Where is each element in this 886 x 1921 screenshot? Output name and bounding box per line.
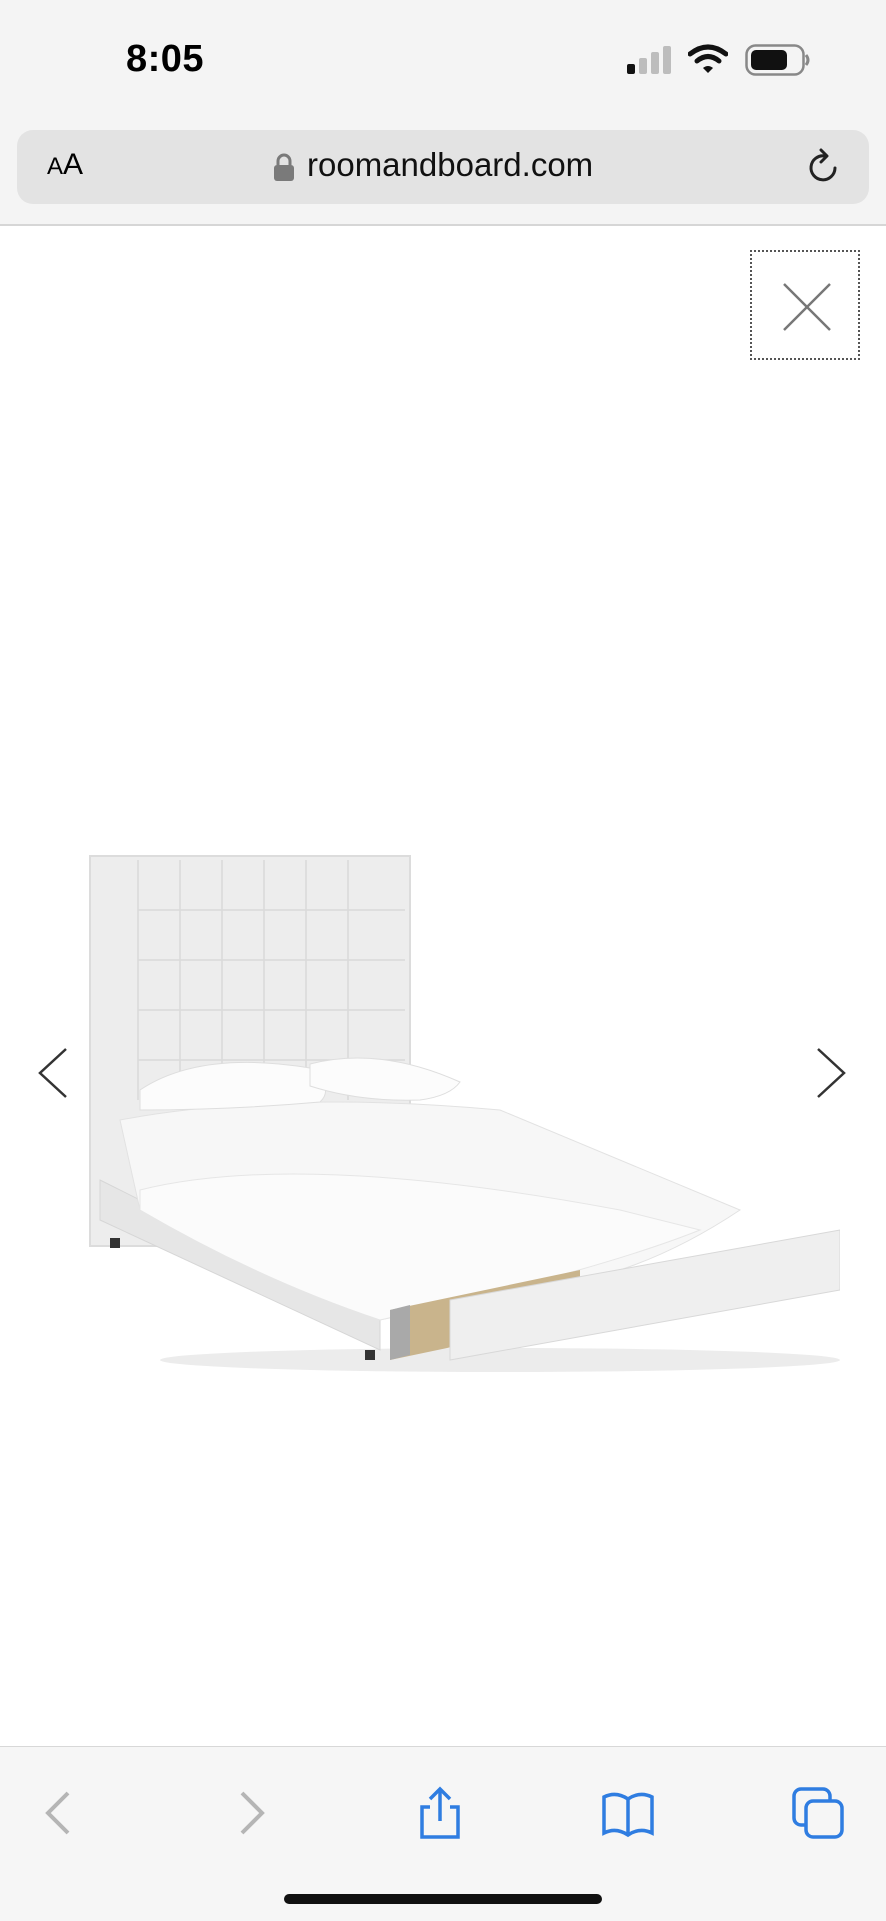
status-bar: 8:05 [0,0,886,120]
cellular-signal-icon [627,46,671,74]
bookmarks-icon[interactable] [600,1785,656,1841]
text-size-button[interactable]: AA [47,148,83,182]
text-size-small-label: A [47,153,64,180]
lock-icon [274,153,294,181]
reload-icon[interactable] [805,148,843,186]
browser-chrome: AA roomandboard.com [0,120,886,224]
back-icon[interactable] [32,1785,88,1841]
close-icon [783,283,831,331]
status-time: 8:05 [126,38,205,80]
close-button[interactable] [750,250,860,360]
chevron-left-icon[interactable] [36,1045,70,1101]
wifi-icon [688,44,728,73]
address-bar[interactable]: AA roomandboard.com [17,130,869,204]
url-domain[interactable]: roomandboard.com [307,146,593,184]
share-icon[interactable] [412,1785,468,1841]
home-indicator[interactable] [284,1894,602,1904]
battery-icon [745,44,810,76]
chrome-divider [0,224,886,226]
tabs-icon[interactable] [790,1785,846,1841]
product-image [89,855,840,1372]
forward-icon[interactable] [222,1785,278,1841]
text-size-large-label: A [63,148,84,181]
